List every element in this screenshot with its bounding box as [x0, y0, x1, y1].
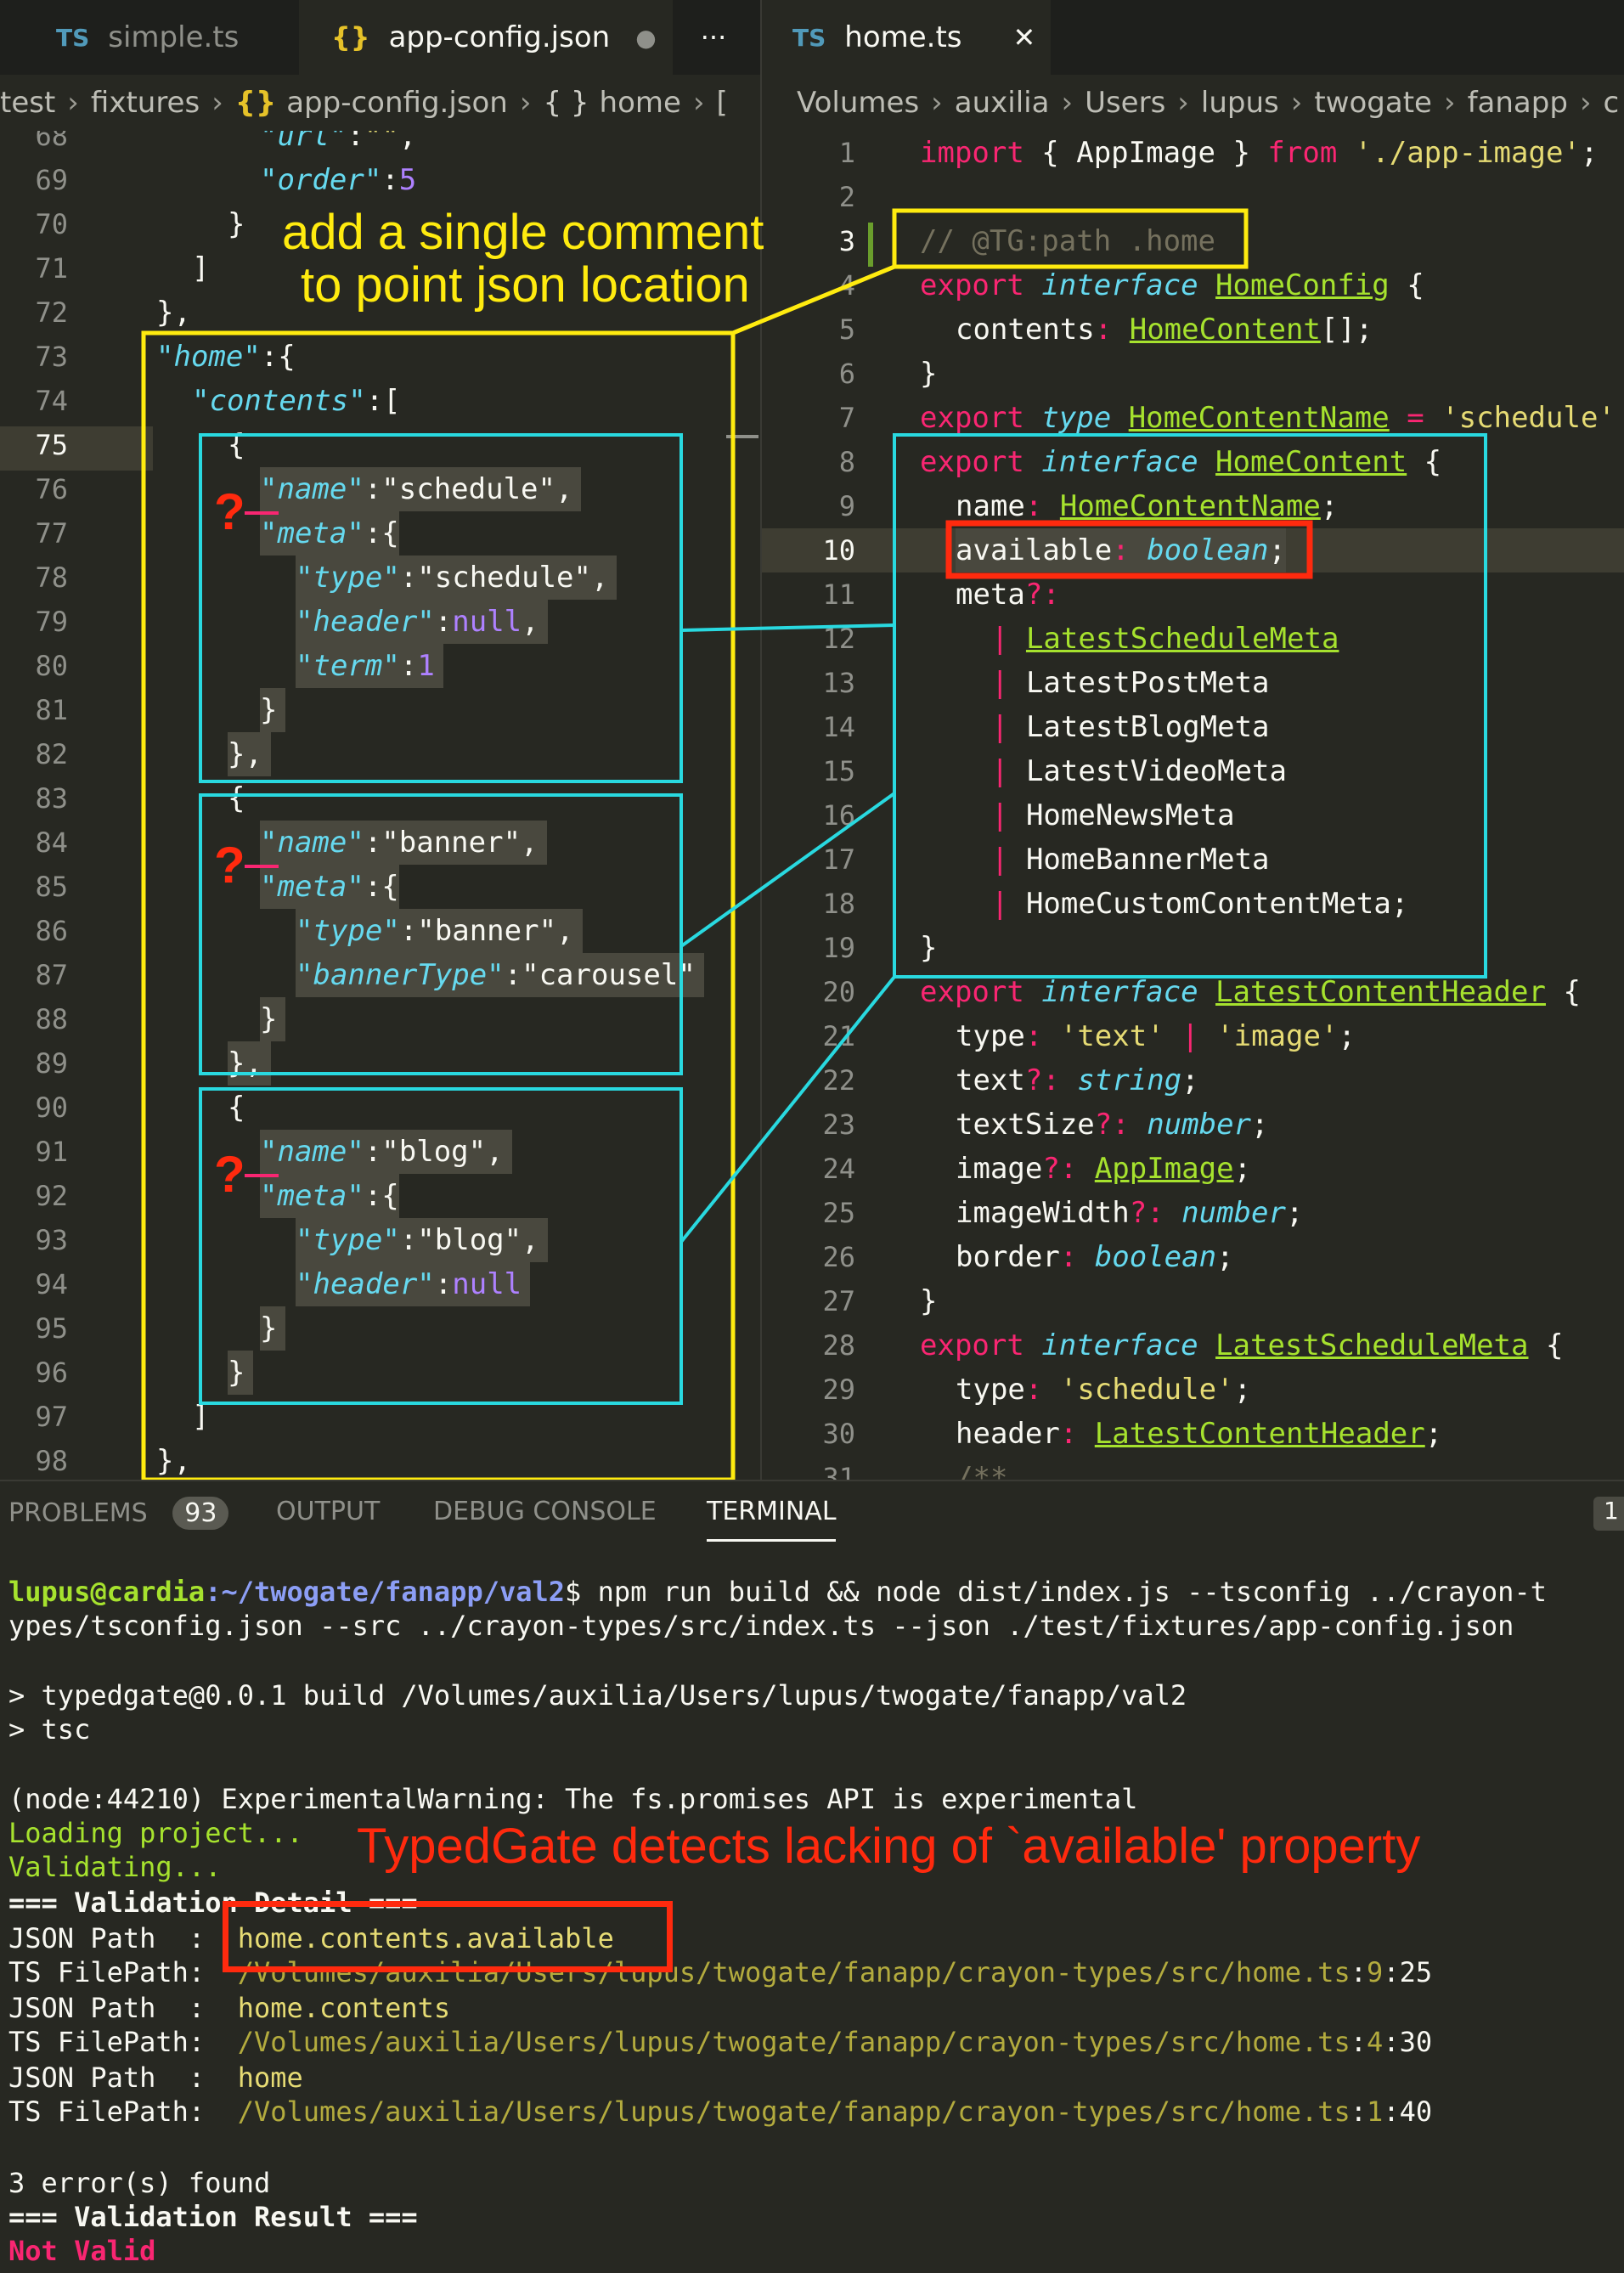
terminal-json-path-line: JSON Path : home: [8, 2061, 303, 2095]
terminal-warning-line: (node:44210) ExperimentalWarning: The fs…: [8, 1783, 1138, 1815]
ts-path-label: TS FilePath:: [8, 1956, 238, 1988]
terminal-build-line: > tsc: [8, 1713, 91, 1746]
terminal-result-value: Not Valid: [8, 2235, 156, 2267]
terminal-ts-path-line: TS FilePath: /Volumes/auxilia/Users/lupu…: [8, 2026, 1433, 2058]
ts-path-label: TS FilePath:: [8, 2026, 238, 2058]
path-comment-box: [892, 208, 1249, 269]
terminal-command: $ npm run build && node dist/index.js --…: [565, 1576, 1547, 1608]
ts-path-label: TS FilePath:: [8, 2095, 238, 2128]
comment-connector-line: [732, 264, 895, 336]
blog-item-box: [199, 1087, 683, 1405]
ts-path-line: 4: [1367, 2026, 1384, 2058]
banner-connector-line: [679, 792, 896, 948]
comment-annotation-line-2: to point json location: [301, 257, 750, 313]
banner-item-box: [199, 793, 683, 1075]
ts-path-value: /Volumes/auxilia/Users/lupus/twogate/fan…: [237, 2026, 1351, 2058]
json-path-value: home: [237, 2061, 303, 2094]
home-json-box: [141, 330, 736, 1480]
terminal-ts-path-line: TS FilePath: /Volumes/auxilia/Users/lupu…: [8, 2095, 1433, 2128]
json-path-label: JSON Path :: [8, 1922, 238, 1954]
terminal-command-continuation: ypes/tsconfig.json --src ../crayon-types…: [8, 1610, 1514, 1642]
comment-annotation-line-1: add a single comment: [282, 205, 764, 260]
tab-terminal[interactable]: TERMINAL: [707, 1497, 837, 1526]
tab-debug-console[interactable]: DEBUG CONSOLE: [433, 1497, 657, 1526]
terminal-user: lupus@cardia: [8, 1576, 206, 1608]
ts-path-col: 40: [1399, 2095, 1433, 2128]
ts-path-col: 30: [1399, 2026, 1433, 2058]
available-property-box: [945, 520, 1313, 579]
terminal-result-header: === Validation Result ===: [8, 2201, 418, 2233]
problems-count-badge: 93: [172, 1497, 229, 1530]
terminal-instance-badge[interactable]: 1: [1593, 1497, 1624, 1531]
terminal-command-line: lupus@cardia:~/twogate/fanapp/val2$ npm …: [8, 1575, 1547, 1610]
ts-path-col: 25: [1399, 1956, 1433, 1988]
terminal-loading-line: Loading project...: [8, 1817, 303, 1849]
terminal-path: :~/twogate/fanapp/val2: [205, 1576, 566, 1608]
terminal-tab-underline: [707, 1539, 836, 1542]
terminal-json-path-line: JSON Path : home.contents: [8, 1991, 450, 2026]
ts-path-line: 1: [1367, 2095, 1384, 2128]
json-path-value: home.contents: [237, 1992, 451, 2024]
terminal-validating-line: Validating...: [8, 1851, 222, 1883]
tab-problems[interactable]: PROBLEMS 93: [8, 1497, 229, 1530]
schedule-item-box: [199, 433, 683, 783]
ts-path-line: 9: [1367, 1956, 1384, 1988]
json-path-label: JSON Path :: [8, 1992, 238, 2024]
json-path-label: JSON Path :: [8, 2061, 238, 2094]
blog-connector-line: [679, 975, 896, 1244]
detection-annotation: TypedGate detects lacking of `available'…: [357, 1819, 1421, 1874]
terminal-error-count: 3 error(s) found: [8, 2167, 271, 2199]
tab-label: PROBLEMS: [8, 1498, 148, 1528]
annotation-overlay: [141, 208, 1487, 1480]
tab-output[interactable]: OUTPUT: [276, 1497, 380, 1526]
terminal-build-line: > typedgate@0.0.1 build /Volumes/auxilia…: [8, 1679, 1187, 1712]
schedule-connector-line: [680, 623, 895, 632]
home-content-interface-box: [893, 433, 1487, 979]
json-path-highlight-box: [223, 1901, 673, 1972]
ts-path-value: /Volumes/auxilia/Users/lupus/twogate/fan…: [237, 2095, 1351, 2128]
